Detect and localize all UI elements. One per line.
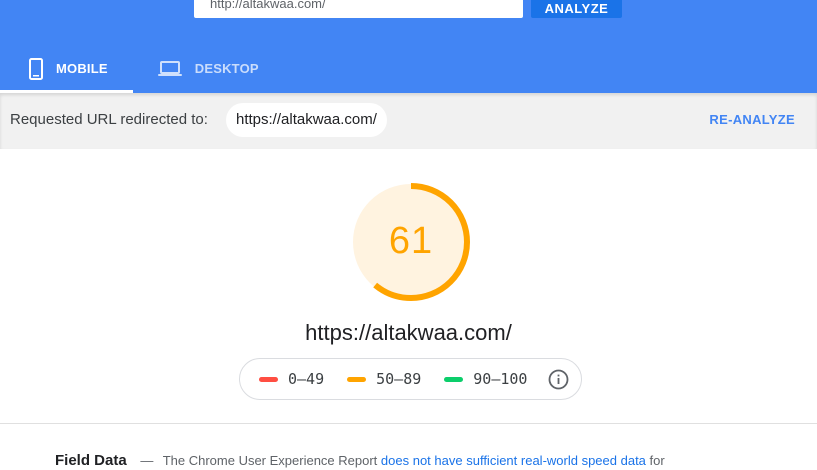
field-data-tail: for	[649, 453, 665, 468]
analyzed-url: https://altakwaa.com/	[305, 320, 512, 345]
legend-swatch-fail	[259, 376, 278, 382]
analyze-button[interactable]: ANALYZE	[531, 0, 622, 18]
legend-label-average: 50–89	[376, 370, 422, 388]
field-data-section: Field Data — The Chrome User Experience …	[55, 452, 665, 469]
redirect-url-chip: https://altakwaa.com/	[226, 103, 387, 137]
legend-label-fail: 0–49	[288, 370, 325, 388]
field-data-dash: —	[140, 453, 154, 468]
smartphone-icon	[29, 57, 43, 80]
section-divider	[0, 423, 817, 424]
legend-swatch-average	[347, 376, 367, 382]
score-legend: 0–49 50–89 90–100	[239, 358, 582, 400]
tab-mobile[interactable]: MOBILE	[0, 44, 133, 93]
tab-mobile-label: MOBILE	[56, 61, 108, 76]
legend-item-pass: 90–100	[444, 370, 527, 388]
legend-label-pass: 90–100	[473, 370, 528, 388]
device-tabs: MOBILE DESKTOP	[0, 44, 284, 93]
info-icon[interactable]	[548, 369, 569, 390]
legend-item-average: 50–89	[347, 370, 421, 388]
reanalyze-button[interactable]: RE-ANALYZE	[709, 112, 795, 127]
tab-desktop-label: DESKTOP	[194, 61, 259, 76]
field-data-text: The Chrome User Experience Report	[162, 453, 378, 468]
header-bar: ANALYZE MOBILE DESKTOP	[0, 0, 817, 93]
legend-item-fail: 0–49	[259, 370, 324, 388]
legend-swatch-pass	[444, 376, 464, 382]
laptop-icon	[157, 60, 182, 77]
redirect-label: Requested URL redirected to:	[10, 111, 208, 128]
tab-desktop[interactable]: DESKTOP	[133, 44, 284, 93]
redirect-notice: Requested URL redirected to: https://alt…	[0, 93, 817, 149]
performance-score: 61	[388, 220, 434, 262]
pagespeed-app: ANALYZE MOBILE DESKTOP	[0, 0, 817, 470]
field-data-title: Field Data	[55, 452, 127, 469]
field-data-link[interactable]: does not have sufficient real-world spee…	[381, 453, 646, 468]
url-input[interactable]	[194, 0, 523, 18]
